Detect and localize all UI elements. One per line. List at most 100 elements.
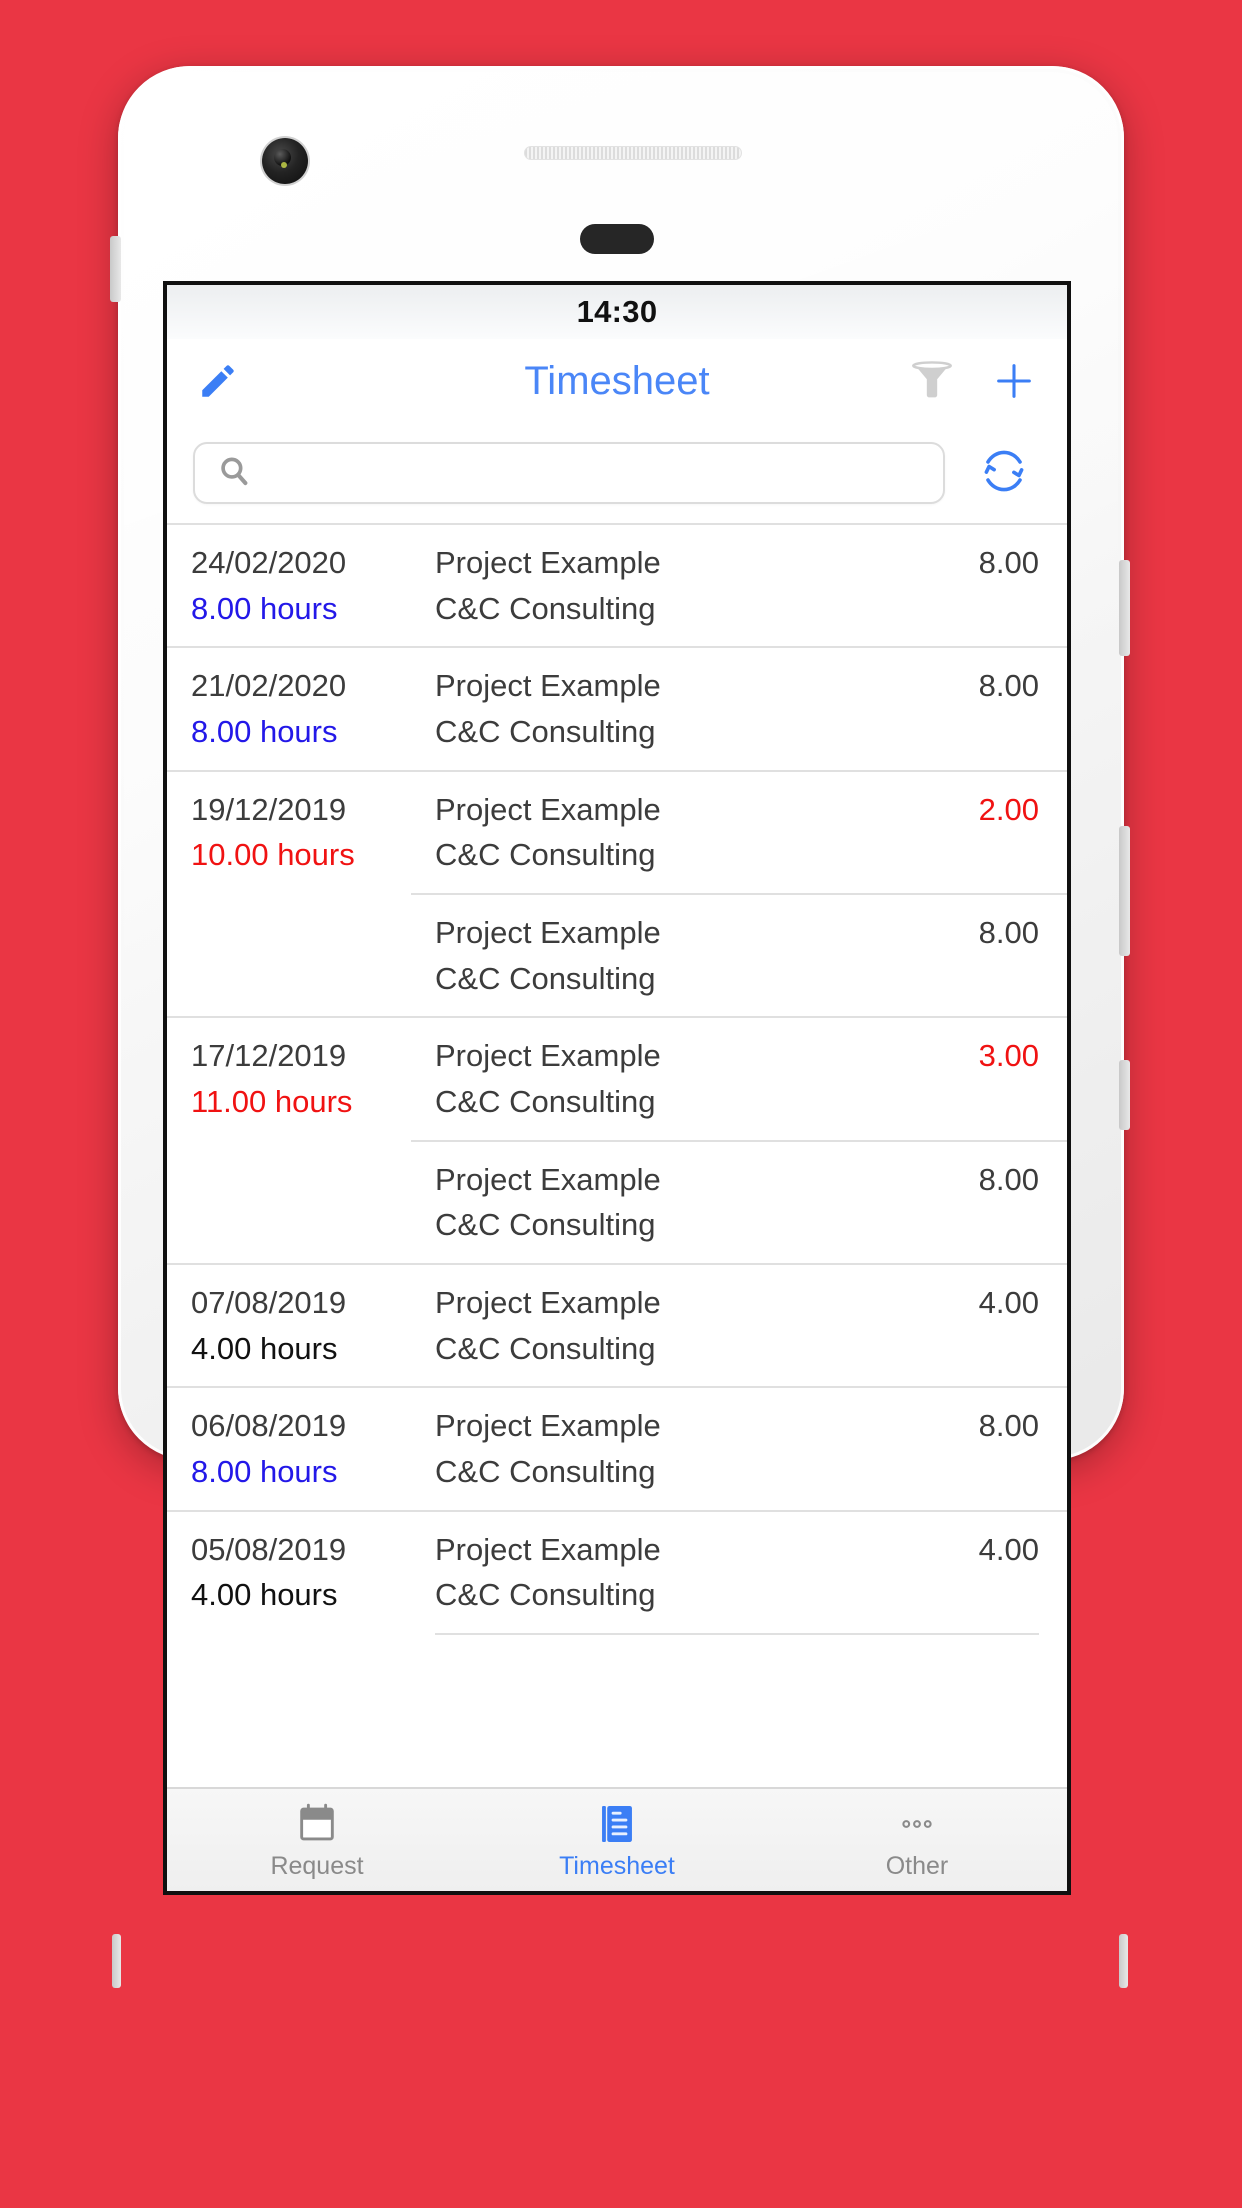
- entry-project: Project Example: [435, 1161, 661, 1197]
- entry-text: Project Example C&C Consulting: [435, 1406, 961, 1491]
- volume-up-button[interactable]: [1119, 826, 1130, 956]
- table-row[interactable]: 19/12/2019 10.00 hours Project Example C&C …: [167, 769, 1067, 1017]
- power-button[interactable]: [1119, 560, 1130, 656]
- timesheet-entry[interactable]: Project Example C&C Consulting 4.00: [411, 1512, 1067, 1633]
- timesheet-entry[interactable]: Project Example C&C Consulting 2.00: [411, 772, 1067, 893]
- entry-trailing-divider: [435, 1633, 1039, 1636]
- entry-client: C&C Consulting: [435, 1577, 656, 1613]
- entry-project: Project Example: [435, 1285, 661, 1321]
- entry-amount: 8.00: [978, 1408, 1039, 1444]
- earpiece-speaker: [524, 146, 742, 160]
- table-row[interactable]: 07/08/2019 4.00 hours Project Example C&C C…: [167, 1263, 1067, 1386]
- row-total-hours: 8.00 hours: [191, 590, 338, 626]
- entry-client: C&C Consulting: [435, 960, 656, 996]
- row-total-hours: 4.00 hours: [191, 1330, 338, 1366]
- row-date-cell: 21/02/2020 8.00 hours: [167, 648, 411, 769]
- calendar-icon: [294, 1800, 340, 1848]
- entry-text: Project Example C&C Consulting: [435, 543, 961, 628]
- row-date: 24/02/2020: [191, 545, 347, 580]
- row-date: 06/08/2019: [191, 1408, 347, 1444]
- row-date-cell: 24/02/2020 8.00 hours: [167, 525, 411, 646]
- navigation-bar: Timesheet: [167, 339, 1067, 423]
- row-date-cell: 07/08/2019 4.00 hours: [167, 1265, 411, 1386]
- entry-amount: 4.00: [978, 1531, 1039, 1567]
- search-row: [167, 423, 1067, 523]
- tab-label: Timesheet: [559, 1851, 675, 1880]
- entry-text: Project Example C&C Consulting: [435, 666, 961, 751]
- plus-icon[interactable]: [991, 358, 1037, 404]
- entry-project: Project Example: [435, 545, 661, 580]
- row-total-hours: 8.00 hours: [191, 714, 338, 750]
- entry-project: Project Example: [435, 668, 661, 704]
- timesheet-entry[interactable]: Project Example C&C Consulting 8.00: [411, 525, 1067, 646]
- entry-client: C&C Consulting: [435, 1207, 656, 1243]
- screenshot-stage: 14:30 Timesheet 24/02/2020 8.00 hours Pr…: [0, 0, 1242, 2208]
- entry-text: Project Example C&C Consulting: [435, 913, 961, 998]
- entry-client: C&C Consulting: [435, 1454, 656, 1490]
- document-lines-icon: [594, 1800, 640, 1848]
- entry-client: C&C Consulting: [435, 714, 656, 750]
- entry-project: Project Example: [435, 791, 661, 827]
- entry-amount: 8.00: [978, 1161, 1039, 1197]
- entry-amount: 4.00: [978, 1285, 1039, 1321]
- row-total-hours: 4.00 hours: [191, 1577, 338, 1613]
- search-icon: [217, 454, 251, 493]
- pencil-icon[interactable]: [197, 360, 239, 402]
- tab-label: Request: [270, 1851, 364, 1880]
- tab-bar: Request Timesheet Other: [167, 1787, 1067, 1891]
- timesheet-list[interactable]: 24/02/2020 8.00 hours Project Example C&C C…: [167, 523, 1067, 1787]
- entry-project: Project Example: [435, 1038, 661, 1074]
- tab-request[interactable]: Request: [167, 1789, 467, 1891]
- row-date: 17/12/2019: [191, 1038, 347, 1074]
- timesheet-entry[interactable]: Project Example C&C Consulting 4.00: [411, 1265, 1067, 1386]
- row-entries: Project Example C&C Consulting 3.00 Project…: [411, 1018, 1067, 1263]
- tab-timesheet[interactable]: Timesheet: [467, 1789, 767, 1891]
- row-entries: Project Example C&C Consulting 2.00 Project…: [411, 772, 1067, 1017]
- timesheet-entry[interactable]: Project Example C&C Consulting 8.00: [411, 893, 1067, 1016]
- entry-client: C&C Consulting: [435, 1330, 656, 1366]
- entry-text: Project Example C&C Consulting: [435, 1283, 961, 1368]
- row-total-hours: 11.00 hours: [191, 1084, 353, 1120]
- status-bar: 14:30: [167, 285, 1067, 339]
- row-date-cell: 05/08/2019 4.00 hours: [167, 1512, 411, 1635]
- entry-amount: 3.00: [978, 1038, 1039, 1074]
- row-entries: Project Example C&C Consulting 8.00: [411, 648, 1067, 769]
- front-camera-icon: [262, 138, 308, 184]
- timesheet-entry[interactable]: Project Example C&C Consulting 8.00: [411, 1388, 1067, 1509]
- row-entries: Project Example C&C Consulting 4.00: [411, 1512, 1067, 1636]
- row-entries: Project Example C&C Consulting 8.00: [411, 525, 1067, 646]
- entry-text: Project Example C&C Consulting: [435, 1036, 961, 1121]
- row-date-cell: 17/12/2019 11.00 hours: [167, 1018, 411, 1263]
- timesheet-entry[interactable]: Project Example C&C Consulting 8.00: [411, 1139, 1067, 1263]
- row-entries: Project Example C&C Consulting 8.00: [411, 1388, 1067, 1509]
- table-row[interactable]: 24/02/2020 8.00 hours Project Example C&C C…: [167, 523, 1067, 646]
- entry-project: Project Example: [435, 1408, 661, 1444]
- timesheet-entry[interactable]: Project Example C&C Consulting 3.00: [411, 1018, 1067, 1139]
- table-row[interactable]: 17/12/2019 11.00 hours Project Example C&C …: [167, 1016, 1067, 1263]
- search-input[interactable]: [265, 457, 921, 489]
- row-date: 05/08/2019: [191, 1531, 347, 1567]
- entry-client: C&C Consulting: [435, 590, 656, 626]
- entry-amount: 2.00: [978, 791, 1039, 827]
- ellipsis-icon: [894, 1800, 940, 1848]
- sensor-notch: [580, 224, 654, 254]
- entry-client: C&C Consulting: [435, 837, 656, 873]
- refresh-icon: [972, 439, 1036, 508]
- table-row[interactable]: 05/08/2019 4.00 hours Project Example C&C C…: [167, 1509, 1067, 1636]
- refresh-button[interactable]: [967, 436, 1041, 510]
- row-total-hours: 10.00 hours: [191, 837, 355, 873]
- volume-down-button[interactable]: [1119, 1060, 1130, 1130]
- search-box[interactable]: [193, 442, 945, 504]
- entry-text: Project Example C&C Consulting: [435, 1160, 961, 1245]
- tab-label: Other: [885, 1851, 949, 1880]
- tab-other[interactable]: Other: [767, 1789, 1067, 1891]
- row-date-cell: 19/12/2019 10.00 hours: [167, 772, 411, 1017]
- bottom-button-right: [1119, 1934, 1128, 1988]
- volume-button-left[interactable]: [110, 236, 121, 302]
- timesheet-entry[interactable]: Project Example C&C Consulting 8.00: [411, 648, 1067, 769]
- table-row[interactable]: 06/08/2019 8.00 hours Project Example C&C C…: [167, 1386, 1067, 1509]
- row-date-cell: 06/08/2019 8.00 hours: [167, 1388, 411, 1509]
- row-date: 07/08/2019: [191, 1285, 347, 1321]
- table-row[interactable]: 21/02/2020 8.00 hours Project Example C&C C…: [167, 646, 1067, 769]
- funnel-icon[interactable]: [905, 354, 959, 408]
